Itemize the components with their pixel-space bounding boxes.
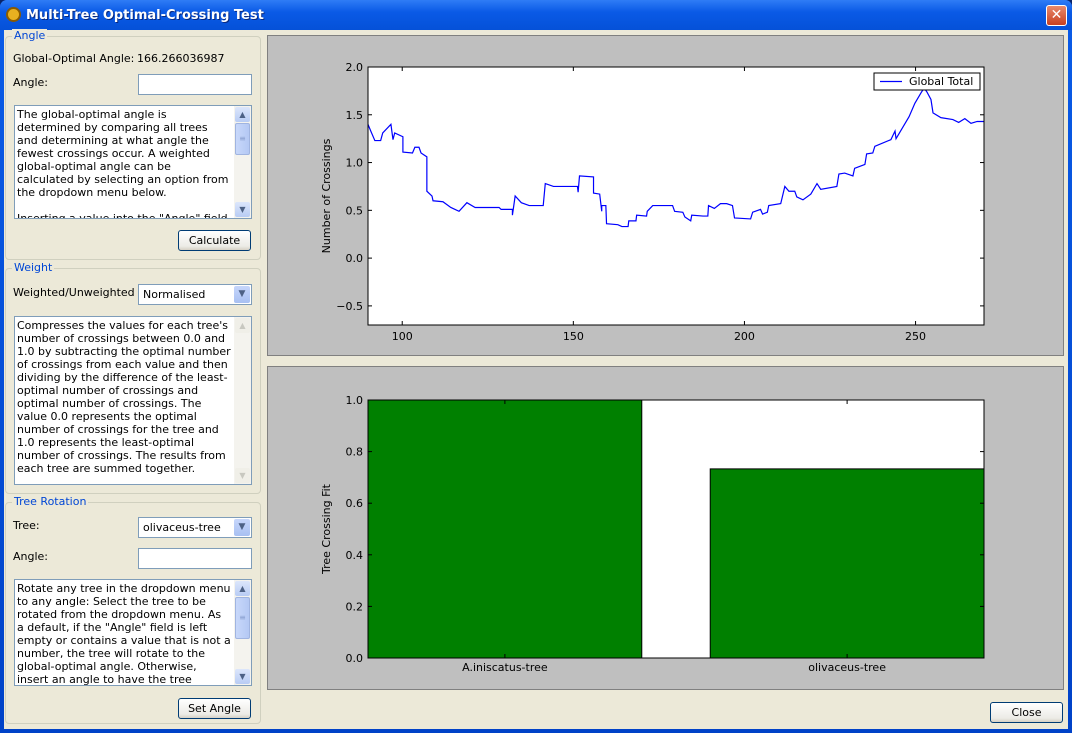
y-tick-label: 0.8 xyxy=(346,446,364,459)
weight-group: Weight Weighted/Unweighted : Normalised … xyxy=(5,261,261,494)
x-tick-label: A.iniscatus-tree xyxy=(462,661,548,674)
weight-dropdown-value: Normalised xyxy=(143,288,206,301)
rotation-angle-input[interactable] xyxy=(138,548,252,569)
window-close-button[interactable]: ✕ xyxy=(1046,5,1067,26)
weight-description[interactable]: Compresses the values for each tree's nu… xyxy=(14,316,252,485)
y-tick-label: 1.0 xyxy=(346,157,364,170)
app-icon xyxy=(6,7,21,22)
tree-dropdown[interactable]: olivaceus-tree ▼ xyxy=(138,517,252,538)
y-tick-label: 0.2 xyxy=(346,600,364,613)
legend-label: Global Total xyxy=(909,75,973,88)
y-tick-label: 1.5 xyxy=(346,109,364,122)
angle-label: Angle: xyxy=(13,76,49,89)
weight-description-text: Compresses the values for each tree's nu… xyxy=(17,319,235,475)
bar-A.iniscatus-tree xyxy=(367,399,643,659)
scroll-down-icon[interactable]: ▼ xyxy=(235,468,250,483)
bar-chart: A.iniscatus-tree olivaceus-tree 0.0 0.2 0.4 0… xyxy=(320,394,985,674)
y-axis-label: Tree Crossing Fit xyxy=(320,483,333,575)
y-tick-label: 2.0 xyxy=(346,61,364,74)
rotation-angle-label: Angle: xyxy=(13,550,49,563)
y-tick-label: −0.5 xyxy=(336,300,363,313)
bar-chart-panel: A.iniscatus-tree olivaceus-tree 0.0 0.2 0.4 0… xyxy=(267,366,1064,690)
angle-group-label: Angle xyxy=(12,29,48,42)
scrollbar[interactable]: ▲ ≡ ▼ xyxy=(234,580,251,685)
y-axis-label: Number of Crossings xyxy=(320,138,333,253)
x-tick-label: 150 xyxy=(563,330,584,343)
tree-rotation-group-label: Tree Rotation xyxy=(12,495,89,508)
scroll-down-icon[interactable]: ▼ xyxy=(235,669,250,684)
scrollbar[interactable]: ▲ ≡ ▼ xyxy=(234,106,251,218)
scroll-up-icon[interactable]: ▲ xyxy=(235,581,250,596)
x-tick-label: 100 xyxy=(392,330,413,343)
plot-area xyxy=(368,67,984,325)
tree-dropdown-value: olivaceus-tree xyxy=(143,521,221,534)
bar-olivaceus-tree xyxy=(709,468,985,659)
line-chart: 100 150 200 250 −0.5 0.0 0.5 1.0 1.5 2.0 Number of… xyxy=(320,61,985,343)
angle-input[interactable] xyxy=(138,74,252,95)
angle-group: Angle Global-Optimal Angle: 166.26603698… xyxy=(5,29,261,260)
rotation-description[interactable]: Rotate any tree in the dropdown menu to … xyxy=(14,579,252,686)
scroll-up-icon[interactable]: ▲ xyxy=(235,318,250,333)
rotation-description-text: Rotate any tree in the dropdown menu to … xyxy=(17,582,235,686)
y-tick-label: 0.0 xyxy=(346,652,364,665)
y-tick-label: 0.0 xyxy=(346,252,364,265)
chevron-down-icon[interactable]: ▼ xyxy=(234,519,250,536)
title-bar[interactable]: Multi-Tree Optimal-Crossing Test ✕ xyxy=(0,0,1072,30)
y-tick-label: 0.4 xyxy=(346,549,364,562)
scroll-thumb[interactable]: ≡ xyxy=(235,597,250,639)
x-tick-label: olivaceus-tree xyxy=(808,661,886,674)
set-angle-button[interactable]: Set Angle xyxy=(178,698,251,719)
scroll-up-icon[interactable]: ▲ xyxy=(235,107,250,122)
client-area: Angle Global-Optimal Angle: 166.26603698… xyxy=(4,29,1068,729)
weight-dropdown[interactable]: Normalised ▼ xyxy=(138,284,252,305)
y-tick-label: 0.5 xyxy=(346,204,364,217)
y-tick-label: 1.0 xyxy=(346,394,364,407)
window-title: Multi-Tree Optimal-Crossing Test xyxy=(26,8,264,23)
global-optimal-angle-value: 166.266036987 xyxy=(137,52,225,65)
x-tick-label: 200 xyxy=(734,330,755,343)
weighted-unweighted-label: Weighted/Unweighted : xyxy=(13,286,142,299)
window: Multi-Tree Optimal-Crossing Test ✕ Angle… xyxy=(0,0,1072,733)
weight-group-label: Weight xyxy=(12,261,55,274)
scroll-down-icon[interactable]: ▼ xyxy=(235,202,250,217)
scrollbar[interactable]: ▲ ▼ xyxy=(234,317,251,484)
scroll-thumb[interactable]: ≡ xyxy=(235,123,250,155)
x-tick-label: 250 xyxy=(905,330,926,343)
global-optimal-angle-label: Global-Optimal Angle: xyxy=(13,52,135,65)
close-button[interactable]: Close xyxy=(990,702,1063,723)
angle-description[interactable]: The global-optimal angle is determined b… xyxy=(14,105,252,219)
tree-label: Tree: xyxy=(13,519,40,532)
y-tick-label: 0.6 xyxy=(346,497,364,510)
tree-rotation-group: Tree Rotation Tree: olivaceus-tree ▼ Ang… xyxy=(5,495,261,724)
chevron-down-icon[interactable]: ▼ xyxy=(234,286,250,303)
line-chart-panel: 100 150 200 250 −0.5 0.0 0.5 1.0 1.5 2.0 Number of… xyxy=(267,35,1064,356)
angle-description-text: The global-optimal angle is determined b… xyxy=(17,108,229,219)
calculate-button[interactable]: Calculate xyxy=(178,230,251,251)
